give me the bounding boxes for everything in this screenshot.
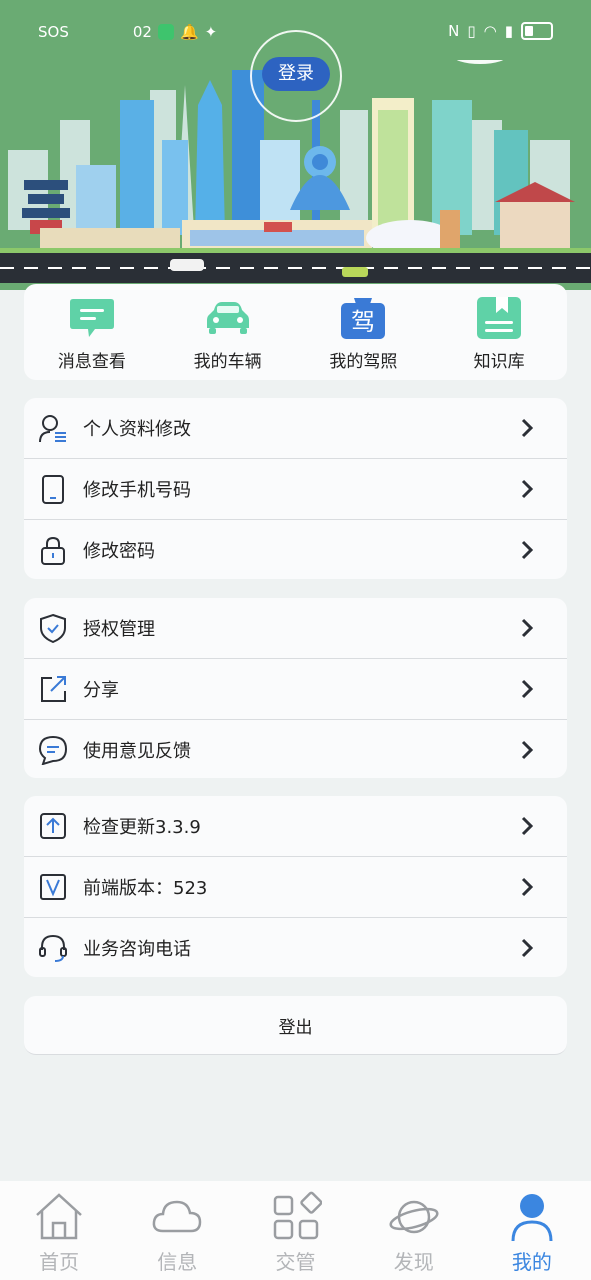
bell-icon: 🔔 [179,23,199,41]
menu-item-label: 分享 [83,680,119,701]
logout-button[interactable]: 登出 [24,996,567,1055]
authorization-group: 授权管理 分享 使用意见反馈 [24,598,567,778]
menu-item-authorization[interactable]: 授权管理 [24,598,567,659]
pin-icon: ✦ [204,23,218,41]
bottom-tab-bar: 首页 信息 交管 发现 我的 [0,1181,591,1280]
home-icon [36,1193,82,1240]
menu-item-label: 使用意见反馈 [83,741,191,762]
battery-icon [521,22,553,40]
phone-icon [42,475,64,504]
tab-mine[interactable]: 我的 [473,1181,591,1280]
tab-traffic[interactable]: 交管 [236,1181,354,1280]
tab-label: 我的 [511,1250,552,1274]
login-button[interactable]: 登录 [262,57,330,91]
chevron-right-icon [521,479,533,499]
tab-label: 发现 [393,1250,434,1274]
menu-item-frontend-version[interactable]: 前端版本：523 [24,857,567,918]
update-icon [40,813,66,839]
quick-action-label: 知识库 [473,352,525,372]
menu-item-change-phone[interactable]: 修改手机号码 [24,459,567,520]
chevron-right-icon [521,938,533,958]
chevron-right-icon [521,540,533,560]
chevron-right-icon [521,418,533,438]
menu-item-change-password[interactable]: 修改密码 [24,520,567,579]
menu-item-share[interactable]: 分享 [24,659,567,720]
menu-item-edit-profile[interactable]: 个人资料修改 [24,398,567,459]
menu-item-label: 授权管理 [83,619,155,640]
quick-action-label: 我的车辆 [193,352,262,372]
feedback-icon [38,735,68,765]
message-icon [69,299,114,337]
grid-icon [273,1191,322,1240]
tab-info[interactable]: 信息 [118,1181,236,1280]
tab-label: 交管 [275,1250,316,1274]
menu-item-label: 个人资料修改 [83,419,191,440]
time-label: 02 [132,23,152,41]
svg-text:驾: 驾 [351,308,375,336]
menu-item-label: 修改手机号码 [83,480,191,501]
menu-item-label: 业务咨询电话 [83,939,191,960]
header-banner: SOS 02 🔔 ✦ N ▯ ◠ ▮ 登录 [0,0,591,290]
chevron-right-icon [521,816,533,836]
app-badge-icon [157,24,174,40]
quick-action-messages[interactable]: 消息查看 [24,284,160,380]
menu-item-feedback[interactable]: 使用意见反馈 [24,720,567,778]
chevron-right-icon [521,740,533,760]
vibrate-icon: ▯ [467,22,476,40]
user-icon [511,1194,553,1242]
menu-item-label: 检查更新3.3.9 [83,817,201,838]
cloud-icon [152,1200,202,1233]
chevron-right-icon [521,679,533,699]
share-icon [41,676,66,702]
quick-action-label: 我的驾照 [329,352,398,372]
tab-home[interactable]: 首页 [0,1181,118,1280]
alert-icon: ▮ [504,22,513,40]
quick-action-vehicles[interactable]: 我的车辆 [160,284,296,380]
tab-discover[interactable]: 发现 [355,1181,473,1280]
tab-label: 首页 [39,1250,80,1274]
menu-item-label: 前端版本：523 [83,878,208,899]
quick-action-knowledge[interactable]: 知识库 [431,284,567,380]
license-icon: 驾 [341,298,386,339]
profile-edit-icon [39,415,66,443]
wifi-icon: ◠ [483,22,497,40]
planet-icon [389,1200,439,1234]
chevron-right-icon [521,618,533,638]
about-group: 检查更新3.3.9 前端版本：523 业务咨询电话 [24,796,567,977]
headset-icon [39,934,67,962]
chevron-right-icon [521,877,533,897]
car-icon [206,302,249,334]
menu-item-check-update[interactable]: 检查更新3.3.9 [24,796,567,857]
tab-label: 信息 [157,1250,198,1274]
lock-icon [41,536,65,565]
shield-icon [40,613,66,643]
book-icon [477,297,522,339]
menu-item-hotline[interactable]: 业务咨询电话 [24,918,567,977]
quick-action-license[interactable]: 驾 我的驾照 [296,284,432,380]
nfc-icon: N [448,22,460,40]
logout-label: 登出 [278,1017,313,1038]
quick-actions-card: 消息查看 我的车辆 驾 我的驾照 知识库 [24,284,567,380]
account-settings-group: 个人资料修改 修改手机号码 修改密码 [24,398,567,579]
menu-item-label: 修改密码 [83,541,155,562]
quick-action-label: 消息查看 [57,352,126,372]
sos-label: SOS [38,23,69,41]
version-icon [40,874,66,900]
